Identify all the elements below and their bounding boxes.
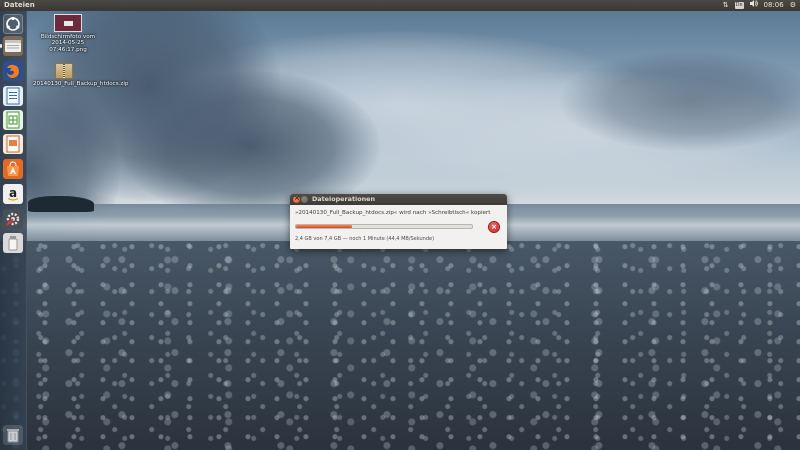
dash-icon[interactable] [3, 14, 23, 34]
cancel-operation-button[interactable]: × [489, 222, 499, 232]
top-panel: Dateien ⇅ De 08:06 ⚙ [0, 0, 800, 11]
files-icon[interactable] [3, 36, 23, 56]
operation-description: »20140130_Full_Backup_htdocs.zip« wird n… [295, 210, 491, 216]
volume-icon[interactable] [749, 0, 758, 11]
launcher: a [0, 11, 27, 450]
desktop-icon-label: Bildschirmfoto vom 2014-05-25 07:46:17.p… [40, 34, 96, 53]
screenshot-file-icon [54, 14, 82, 32]
amazon-icon[interactable]: a [3, 184, 23, 204]
rock-formation [28, 196, 94, 212]
software-center-icon[interactable] [3, 159, 23, 179]
usb-drive-icon[interactable] [3, 233, 23, 253]
keyboard-layout-icon[interactable]: De [734, 2, 744, 9]
network-transfer-icon[interactable]: ⇅ [723, 0, 729, 11]
impress-icon[interactable] [3, 134, 23, 154]
app-menu-title[interactable]: Dateien [4, 0, 35, 11]
desktop-icon-zip[interactable]: 20140130_Full_Backup_htdocs.zip [33, 63, 129, 87]
dialog-titlebar[interactable]: Dateioperationen [290, 194, 507, 205]
dialog-title: Dateioperationen [312, 195, 376, 203]
svg-text:a: a [9, 186, 17, 200]
system-settings-icon[interactable] [3, 209, 23, 229]
copy-progress-bar [295, 224, 473, 229]
desktop-icon-label: 20140130_Full_Backup_htdocs.zip [33, 81, 129, 87]
gear-icon[interactable]: ⚙ [790, 0, 796, 11]
zip-archive-icon [55, 63, 73, 79]
indicator-area: ⇅ De 08:06 ⚙ [723, 0, 796, 11]
desktop-icon-screenshot[interactable]: Bildschirmfoto vom 2014-05-25 07:46:17.p… [37, 14, 99, 53]
minimize-icon[interactable] [301, 196, 308, 203]
progress-fill [296, 225, 353, 228]
trash-icon[interactable] [3, 425, 23, 445]
pebble-beach [0, 241, 800, 450]
firefox-icon[interactable] [3, 61, 23, 81]
file-operations-dialog: Dateioperationen »20140130_Full_Backup_h… [290, 194, 507, 249]
writer-icon[interactable] [3, 86, 23, 106]
clock-label[interactable]: 08:06 [764, 0, 784, 11]
transfer-status: 2,4 GB von 7,4 GB — noch 1 Minute (44,4 … [295, 236, 435, 242]
calc-icon[interactable] [3, 110, 23, 130]
close-icon[interactable] [293, 194, 300, 203]
running-indicator [0, 44, 2, 48]
